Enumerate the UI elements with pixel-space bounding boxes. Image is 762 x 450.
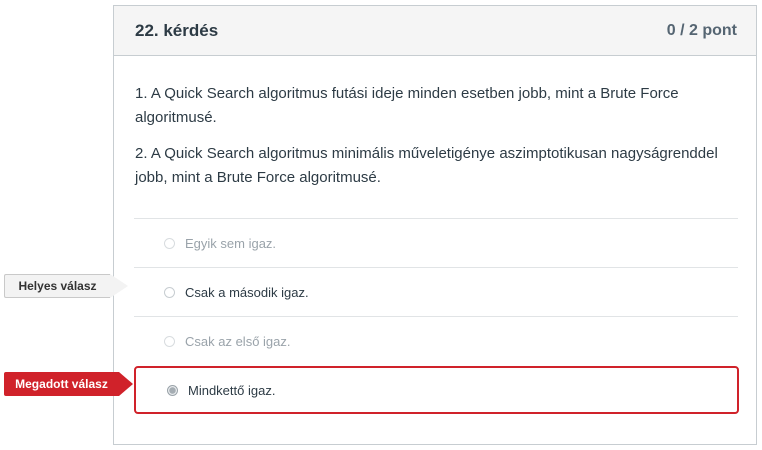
radio-button[interactable]: [164, 286, 175, 298]
radio-button[interactable]: [164, 237, 175, 249]
statement-2: 2. A Quick Search algoritmus minimális m…: [135, 145, 718, 186]
question-points: 0 / 2 pont: [666, 21, 737, 39]
question-header: 22. kérdés 0 / 2 pont: [114, 6, 756, 56]
question-text: 1. A Quick Search algoritmus futási idej…: [114, 56, 756, 190]
question-card: 22. kérdés 0 / 2 pont 1. A Quick Search …: [113, 5, 757, 445]
answer-label: Mindkettő igaz.: [188, 382, 276, 398]
answer-option[interactable]: Csak az első igaz.: [134, 316, 738, 365]
answer-option-correct[interactable]: Csak a második igaz.: [134, 267, 738, 316]
answer-label: Csak az első igaz.: [185, 333, 291, 349]
answer-label: Csak a második igaz.: [185, 284, 309, 300]
answer-label: Egyik sem igaz.: [185, 235, 277, 251]
correct-answer-tag: Helyes válasz: [4, 274, 128, 298]
answer-option[interactable]: Egyik sem igaz.: [134, 218, 738, 267]
statement-1: 1. A Quick Search algoritmus futási idej…: [135, 85, 679, 126]
given-answer-tag: Megadott válasz: [4, 372, 133, 396]
correct-answer-tag-label: Helyes válasz: [4, 274, 110, 298]
radio-button-selected[interactable]: [167, 384, 178, 396]
answer-list: Egyik sem igaz. Csak a második igaz. Csa…: [134, 218, 739, 414]
question-title: 22. kérdés: [135, 20, 219, 40]
radio-button[interactable]: [164, 335, 175, 347]
given-answer-tag-label: Megadott válasz: [4, 372, 119, 396]
arrow-right-icon: [119, 372, 133, 396]
arrow-right-icon: [110, 274, 128, 298]
answer-option-given[interactable]: Mindkettő igaz.: [134, 366, 739, 414]
